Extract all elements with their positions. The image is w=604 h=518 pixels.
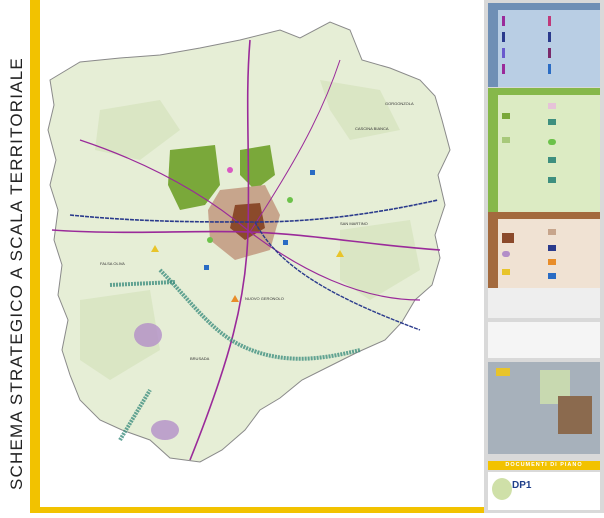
map-svg: CASCINA BIANCA GORGONZOLA FALSA OLIVA SA… — [47, 21, 451, 463]
map-marker — [287, 197, 293, 203]
map-marker — [204, 265, 209, 270]
poster: SCHEMA STRATEGICO A SCALA TERRITORIALE C… — [0, 0, 604, 513]
section-header — [488, 88, 600, 95]
section-header — [488, 3, 600, 10]
place-label: GORGONZOLA — [385, 101, 414, 106]
legend-swatch — [548, 177, 556, 183]
document-code: DP1 — [512, 480, 532, 491]
legend-line-icon — [502, 16, 505, 26]
section-body — [488, 10, 600, 87]
section-side — [488, 219, 498, 289]
legend-section-environment — [488, 88, 600, 213]
legend-section-settlement — [488, 212, 600, 289]
legend-swatch — [548, 157, 556, 163]
legend-swatch — [548, 245, 556, 251]
footer-block: DP1 — [488, 472, 600, 510]
legend-line-icon — [502, 48, 505, 58]
municipality-emblem-icon — [492, 478, 512, 500]
legend-swatch — [502, 251, 510, 257]
legend-swatch — [502, 113, 510, 119]
legend-section-other — [488, 288, 600, 318]
section-side — [488, 95, 498, 213]
place-label: FALSA OLIVA — [100, 261, 125, 266]
legend-swatch — [502, 269, 510, 275]
place-label: SAN MARTINO — [340, 221, 368, 226]
place-label: CASCINA BIANCA — [355, 126, 389, 131]
legend-line-icon — [548, 32, 551, 42]
place-label: NUOVO GERONOLO — [245, 296, 284, 301]
inset-maps-strip — [488, 362, 600, 454]
legend-swatch — [502, 137, 510, 143]
section-body — [488, 219, 600, 289]
legend-line-icon — [502, 32, 505, 42]
info-strip — [488, 322, 600, 358]
logo-icon — [496, 368, 510, 376]
special-zone — [151, 420, 179, 440]
inset-map — [558, 396, 592, 434]
bottom-stripe — [40, 507, 484, 513]
page-title: SCHEMA STRATEGICO A SCALA TERRITORIALE — [7, 57, 26, 490]
legend-line-icon — [548, 16, 551, 26]
map-marker — [227, 167, 233, 173]
legend-swatch — [548, 103, 556, 109]
section-side — [488, 10, 498, 87]
map-marker — [207, 237, 213, 243]
legend-section-infrastructure — [488, 3, 600, 87]
legend-swatch — [502, 233, 514, 243]
legend-line-icon — [548, 48, 551, 58]
documenti-di-piano-bar: DOCUMENTI DI PIANO — [488, 461, 600, 470]
legend-swatch — [548, 259, 556, 265]
legend-swatch — [548, 273, 556, 279]
map-marker — [283, 240, 288, 245]
special-zone — [134, 323, 162, 347]
legend-swatch — [548, 229, 556, 235]
legend-swatch — [548, 139, 556, 145]
vertical-title: SCHEMA STRATEGICO A SCALA TERRITORIALE — [0, 0, 40, 513]
section-body — [488, 95, 600, 213]
legend-line-icon — [548, 64, 551, 74]
legend-line-icon — [502, 64, 505, 74]
place-label: BRUSADA — [190, 356, 210, 361]
map-marker — [310, 170, 315, 175]
section-header — [488, 212, 600, 219]
territorial-map[interactable]: CASCINA BIANCA GORGONZOLA FALSA OLIVA SA… — [40, 0, 484, 507]
legend-swatch — [548, 119, 556, 125]
